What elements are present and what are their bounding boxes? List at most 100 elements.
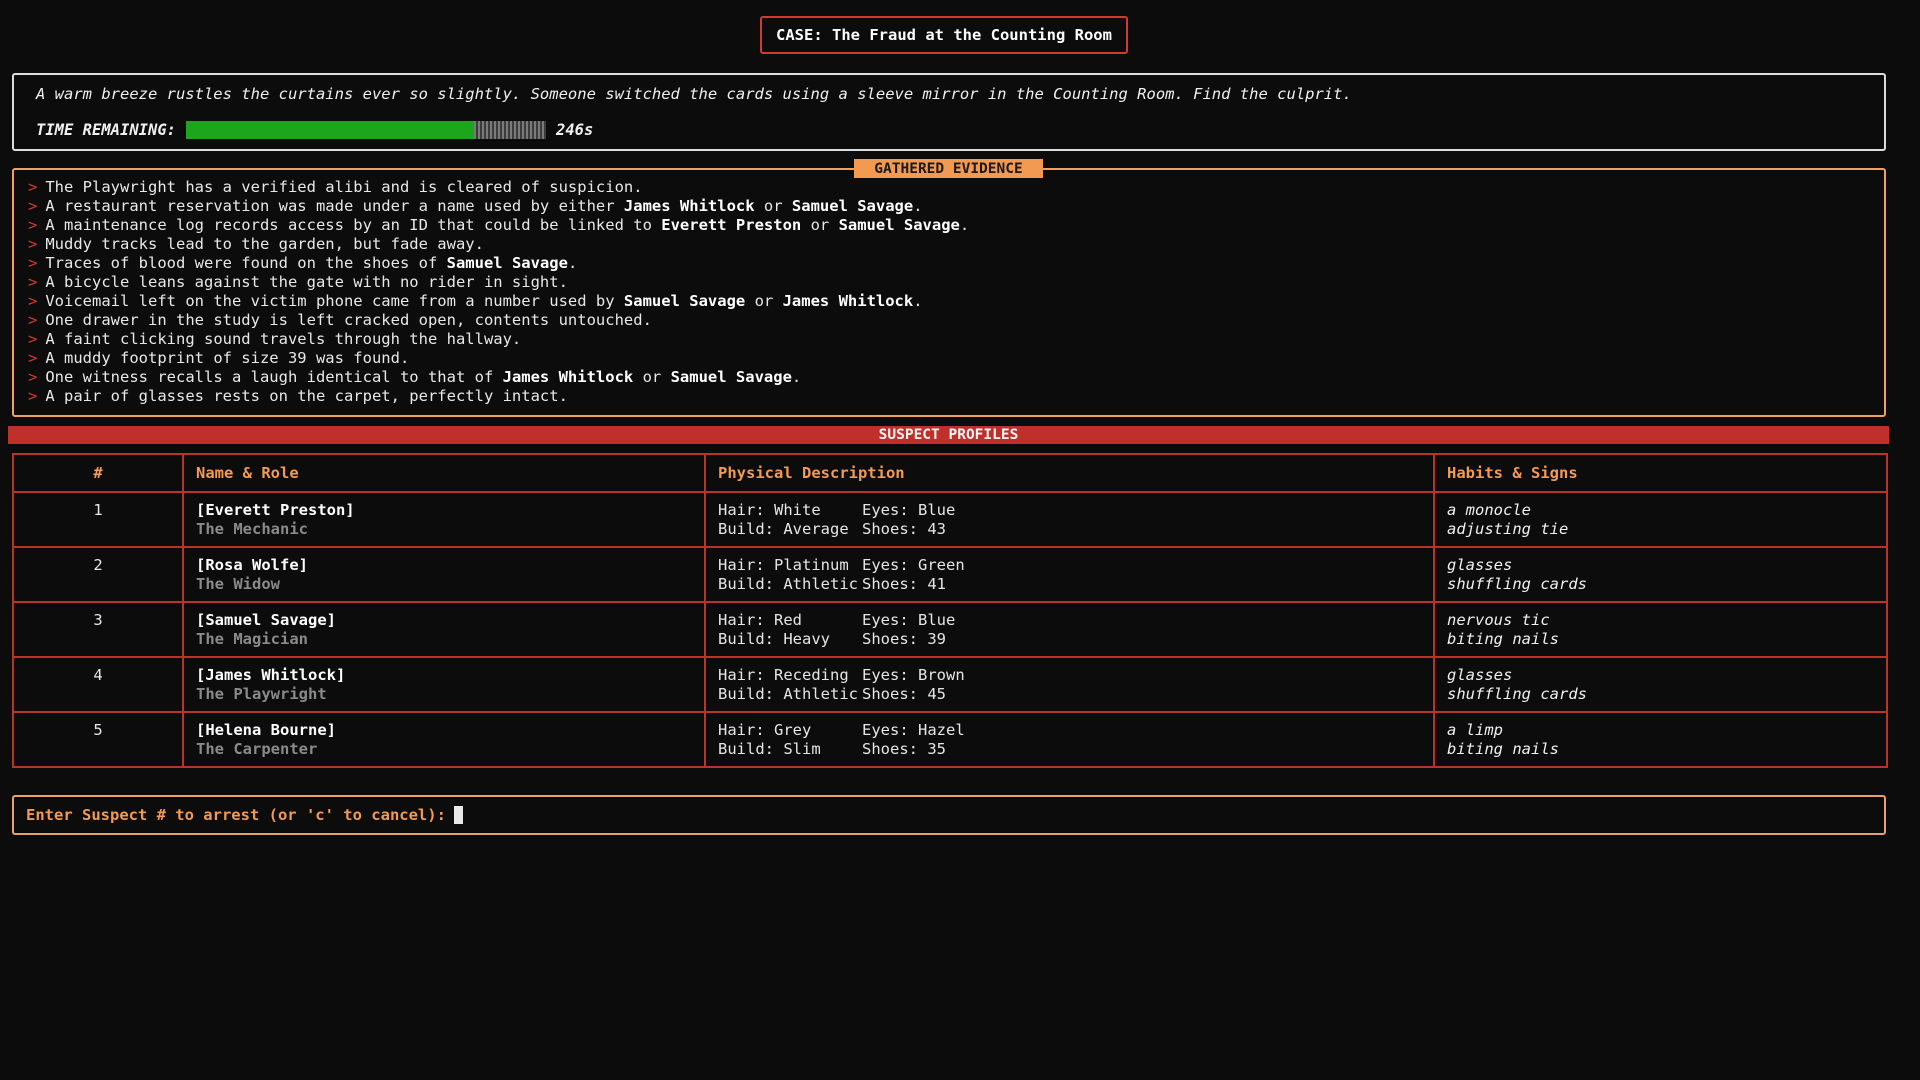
evidence-arrow-icon: > <box>28 235 38 253</box>
game-screen: CASE: The Fraud at the Counting Room A w… <box>0 0 1920 1080</box>
evidence-arrow-icon: > <box>28 330 38 348</box>
evidence-arrow-icon: > <box>28 178 38 196</box>
evidence-arrow-icon: > <box>28 349 38 367</box>
evidence-suspect-name: Samuel Savage <box>446 254 568 272</box>
suspect-physical: Hair: Grey Eyes: Hazel Build: Slim Shoes: … <box>704 711 1435 768</box>
evidence-suspect-name: Samuel Savage <box>623 292 746 310</box>
evidence-suspect-name: James Whitlock <box>782 292 914 310</box>
suspect-habit: adjusting tie <box>1447 520 1569 538</box>
suspect-build: Build: Athletic <box>718 685 858 703</box>
evidence-header: GATHERED EVIDENCE <box>854 159 1043 178</box>
suspect-number: 3 <box>12 601 184 658</box>
suspect-name-role: [Helena Bourne] The Carpenter <box>182 711 706 768</box>
evidence-text: A maintenance log records access by an I… <box>45 216 662 234</box>
suspect-shoes: Shoes: 39 <box>862 630 946 648</box>
evidence-text: . <box>913 197 923 215</box>
evidence-text: or <box>745 292 783 310</box>
time-progress-fill <box>185 121 474 139</box>
evidence-text: . <box>913 292 923 310</box>
suspect-name-role: [James Whitlock] The Playwright <box>182 656 706 713</box>
evidence-item: > A maintenance log records access by an … <box>28 216 969 235</box>
suspect-name-role: [Rosa Wolfe] The Widow <box>182 546 706 603</box>
arrest-prompt[interactable]: Enter Suspect # to arrest (or 'c' to can… <box>12 795 1886 835</box>
suspect-name-role: [Everett Preston] The Mechanic <box>182 491 706 548</box>
evidence-text: or <box>754 197 792 215</box>
suspect-name: [James Whitlock] <box>196 666 346 684</box>
text-cursor <box>453 806 463 824</box>
suspect-name: [Everett Preston] <box>196 501 355 519</box>
column-header-habits: Habits & Signs <box>1433 453 1888 493</box>
evidence-text: or <box>633 368 671 386</box>
evidence-item: > Muddy tracks lead to the garden, but fa… <box>28 235 969 254</box>
evidence-text: . <box>567 254 578 272</box>
suspect-build: Build: Heavy <box>718 630 830 648</box>
suspect-habits: a limp biting nails <box>1433 711 1888 768</box>
suspect-shoes: Shoes: 45 <box>862 685 946 703</box>
evidence-arrow-icon: > <box>28 216 38 234</box>
suspect-name-role: [Samuel Savage] The Magician <box>182 601 706 658</box>
suspect-physical: Hair: Receding Eyes: Brown Build: Athleti… <box>704 656 1435 713</box>
suspect-habit: a limp <box>1447 721 1503 739</box>
suspect-shoes: Shoes: 35 <box>862 740 946 758</box>
suspect-role: The Playwright <box>196 685 327 703</box>
evidence-item: > A pair of glasses rests on the carpet, … <box>28 387 969 406</box>
evidence-arrow-icon: > <box>28 197 38 215</box>
suspect-number: 1 <box>12 491 184 548</box>
evidence-text: One drawer in the study is left cracked … <box>45 311 652 329</box>
evidence-text: . <box>791 368 802 386</box>
evidence-text: A bicycle leans against the gate with no… <box>45 273 568 291</box>
suspect-number: 5 <box>12 711 184 768</box>
suspect-role: The Widow <box>196 575 280 593</box>
intro-text: A warm breeze rustles the curtains ever … <box>36 85 1352 103</box>
suspect-build: Build: Slim <box>718 740 821 758</box>
evidence-arrow-icon: > <box>28 292 38 310</box>
evidence-list: > The Playwright has a verified alibi and… <box>28 178 969 406</box>
evidence-arrow-icon: > <box>28 254 38 272</box>
evidence-suspect-name: Everett Preston <box>661 216 802 234</box>
suspect-number: 2 <box>12 546 184 603</box>
suspect-profiles-banner: SUSPECT PROFILES <box>8 426 1889 444</box>
evidence-text: Traces of blood were found on the shoes … <box>45 254 447 272</box>
evidence-text: or <box>801 216 839 234</box>
evidence-item: > Voicemail left on the victim phone came… <box>28 292 969 311</box>
evidence-text: Voicemail left on the victim phone came … <box>45 292 624 310</box>
suspect-habits: nervous tic biting nails <box>1433 601 1888 658</box>
suspect-habit: nervous tic <box>1447 611 1550 629</box>
evidence-arrow-icon: > <box>28 273 38 291</box>
column-header-name-role: Name & Role <box>182 453 706 493</box>
evidence-text: . <box>959 216 970 234</box>
case-title: CASE: The Fraud at the Counting Room <box>760 16 1128 54</box>
suspect-hair: Hair: Grey <box>718 721 812 739</box>
arrest-prompt-label: Enter Suspect # to arrest (or 'c' to can… <box>26 806 446 824</box>
suspect-eyes: Eyes: Brown <box>862 666 965 684</box>
suspect-physical: Hair: Platinum Eyes: Green Build: Athleti… <box>704 546 1435 603</box>
suspect-hair: Hair: Red <box>718 611 802 629</box>
suspect-build: Build: Athletic <box>718 575 858 593</box>
evidence-suspect-name: Samuel Savage <box>838 216 960 234</box>
suspect-hair: Hair: Receding <box>718 666 849 684</box>
column-header-physical: Physical Description <box>704 453 1435 493</box>
suspect-row: 2 [Rosa Wolfe] The Widow Hair: Platinum E… <box>12 546 1888 603</box>
suspect-eyes: Eyes: Blue <box>862 501 956 519</box>
suspect-habit: shuffling cards <box>1447 575 1587 593</box>
evidence-item: > A restaurant reservation was made under… <box>28 197 969 216</box>
suspect-habits: glasses shuffling cards <box>1433 656 1888 713</box>
suspect-role: The Carpenter <box>196 740 318 758</box>
time-progress-bar <box>185 121 546 139</box>
evidence-arrow-icon: > <box>28 311 38 329</box>
evidence-text: One witness recalls a laugh identical to… <box>45 368 503 386</box>
evidence-item: > A muddy footprint of size 39 was found. <box>28 349 969 368</box>
column-header-number: # <box>12 453 184 493</box>
evidence-text: Muddy tracks lead to the garden, but fad… <box>45 235 484 253</box>
evidence-arrow-icon: > <box>28 368 38 386</box>
intro-panel: A warm breeze rustles the curtains ever … <box>12 73 1886 151</box>
time-remaining-label: TIME REMAINING: <box>36 121 176 139</box>
evidence-panel: > The Playwright has a verified alibi and… <box>12 168 1886 417</box>
suspect-role: The Magician <box>196 630 308 648</box>
evidence-item: > A faint clicking sound travels through … <box>28 330 969 349</box>
suspect-table-header: # Name & Role Physical Description Habit… <box>12 453 1888 493</box>
suspect-number: 4 <box>12 656 184 713</box>
evidence-item: > One drawer in the study is left cracked… <box>28 311 969 330</box>
suspect-row: 5 [Helena Bourne] The Carpenter Hair: Gr… <box>12 711 1888 768</box>
timer-row: TIME REMAINING: 246s <box>36 121 593 139</box>
